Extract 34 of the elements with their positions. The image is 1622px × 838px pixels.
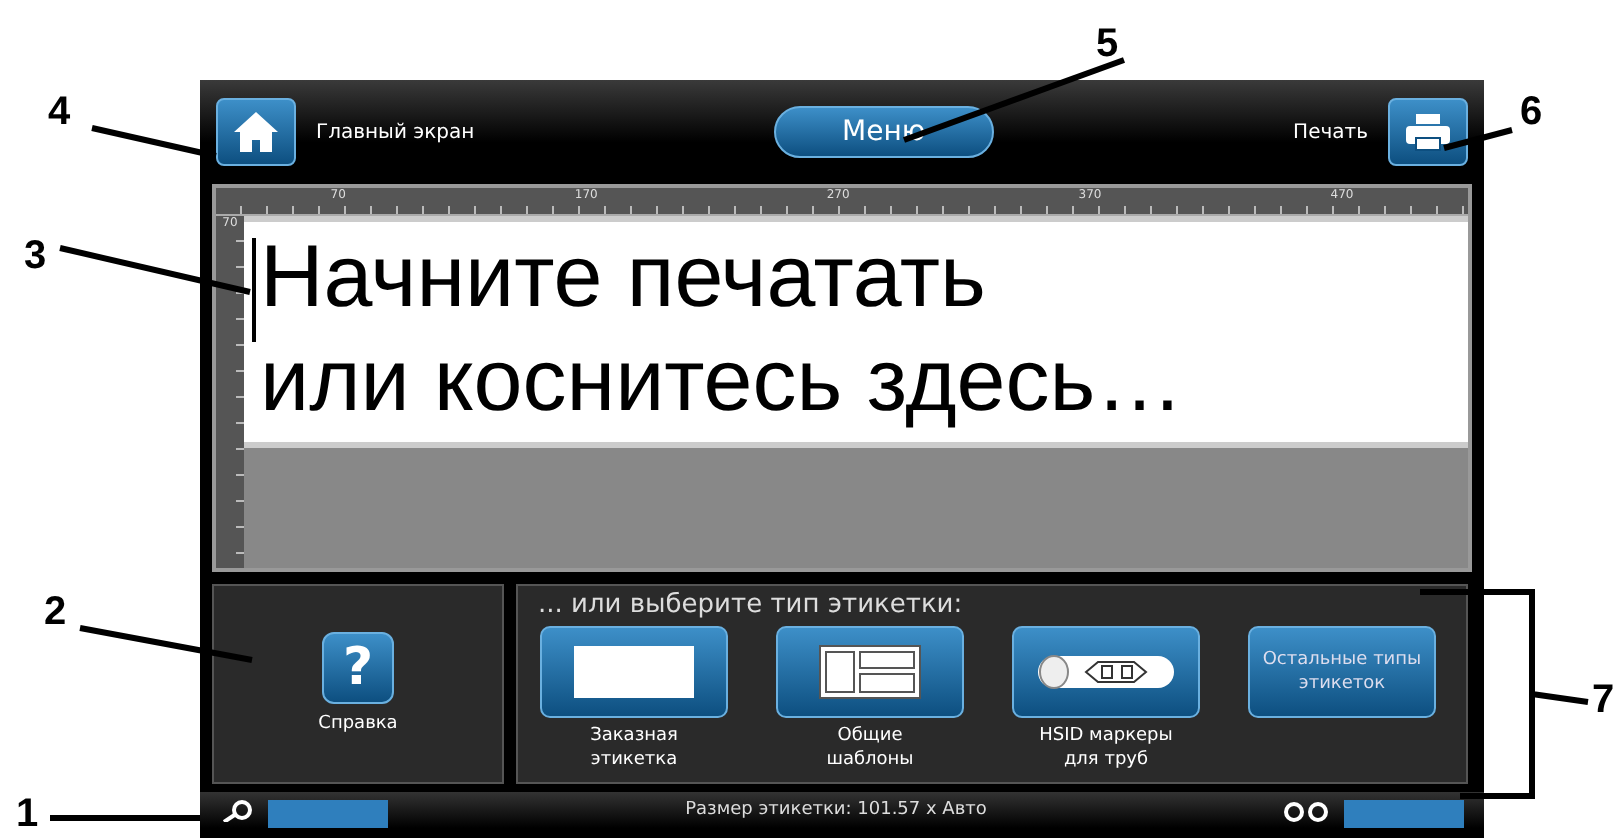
callout-number: 3: [24, 236, 47, 276]
leader-line: [91, 125, 217, 159]
print-label: Печать: [1293, 121, 1368, 143]
print-button[interactable]: [1387, 98, 1468, 166]
callout-number: 7: [1592, 680, 1615, 720]
help-label: Справка: [318, 712, 398, 736]
callout-number: 6: [1520, 92, 1543, 132]
label-type-button[interactable]: [776, 626, 964, 718]
callout-number: 1: [16, 794, 39, 834]
prompt-text-line: или коснитесь здесь…: [260, 330, 1186, 434]
label-type-button[interactable]: [540, 626, 728, 718]
label-size-text: Размер этикетки: 101.57 x Авто: [683, 800, 989, 820]
home-label: Главный экран: [316, 121, 475, 143]
callout-number: 5: [1096, 24, 1119, 64]
label-text-area[interactable]: Начните печатать или коснитесь здесь…: [244, 216, 1468, 448]
tile-caption: Общие шаблоны: [824, 724, 916, 772]
home-button[interactable]: [216, 98, 296, 166]
template-layout-icon: [818, 644, 922, 700]
callout-number: 4: [48, 92, 71, 132]
leader-line: [1443, 127, 1513, 151]
text-cursor: [252, 238, 256, 342]
other-label-types-button[interactable]: Остальные типы этикеток: [1248, 626, 1436, 718]
tile-caption: Заказная этикетка: [588, 724, 680, 772]
prompt-text-line: Начните печатать: [260, 226, 988, 330]
panel-heading: ... или выберите тип этикетки:: [538, 590, 965, 620]
reel-icon: [1284, 798, 1328, 822]
printer-icon: [1403, 112, 1452, 152]
callout-number: 2: [44, 592, 67, 632]
blank-label-icon: [574, 646, 694, 698]
pipe-marker-icon: [1034, 652, 1178, 692]
home-icon: [232, 110, 280, 154]
tile-caption: HSID маркеры для труб: [1037, 724, 1175, 772]
label-type-button[interactable]: [1012, 626, 1200, 718]
help-button[interactable]: ?: [322, 632, 394, 704]
